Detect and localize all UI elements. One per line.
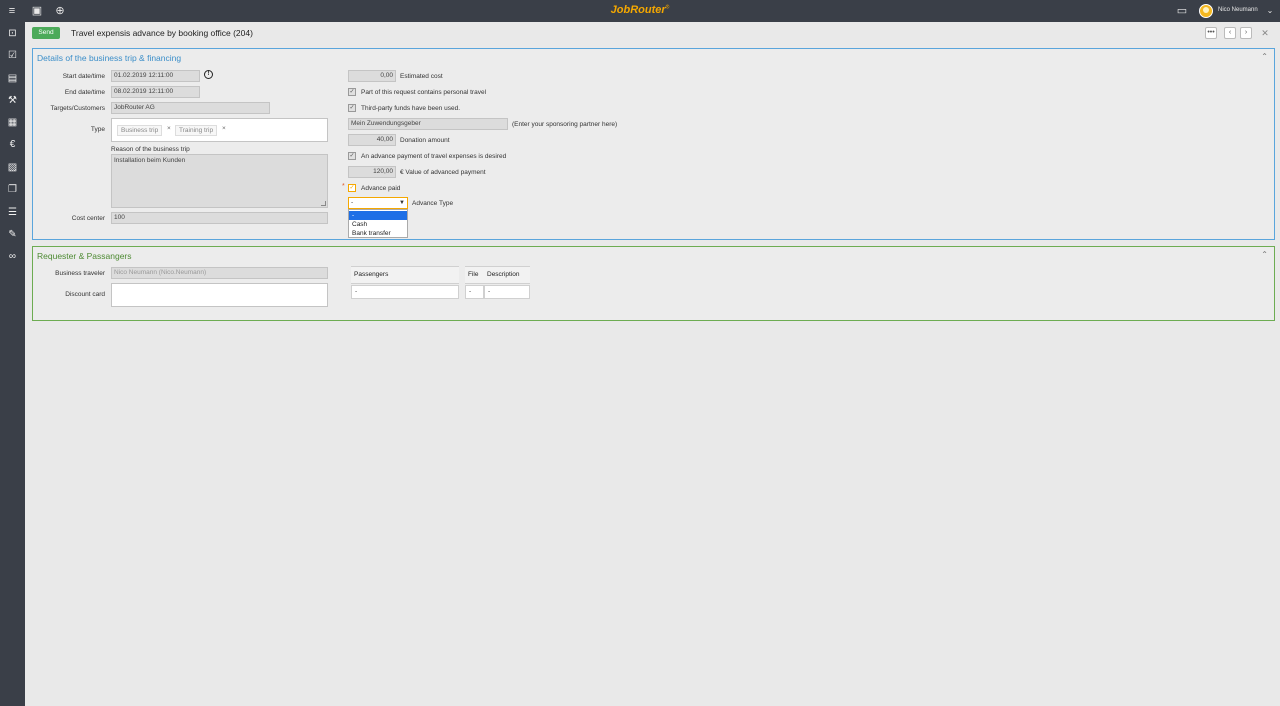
- donation-field[interactable]: 40,00: [348, 134, 396, 146]
- section-title: Requester & Passangers: [37, 251, 132, 261]
- table-header-file[interactable]: File: [465, 266, 484, 284]
- advance-paid-checkbox[interactable]: ✓: [348, 184, 356, 192]
- type-multiselect[interactable]: Business trip × Training trip ×: [111, 118, 328, 142]
- estimated-cost-label: Estimated cost: [400, 73, 443, 80]
- traveler-label: Business traveler: [55, 270, 105, 277]
- copy-icon[interactable]: ❐: [5, 182, 20, 197]
- discount-label: Discount card: [65, 291, 105, 298]
- close-icon[interactable]: ✕: [1260, 27, 1270, 39]
- list-icon[interactable]: ☰: [5, 205, 20, 220]
- end-date-label: End date/time: [64, 89, 105, 96]
- wrench-icon[interactable]: ✎: [5, 227, 20, 242]
- type-tag: Business trip: [117, 125, 163, 136]
- personal-travel-checkbox[interactable]: ✓: [348, 88, 356, 96]
- section-trip-details: Details of the business trip & financing…: [32, 48, 1275, 240]
- dropdown-arrow-icon: ▼: [399, 200, 405, 206]
- avatar[interactable]: [1199, 4, 1213, 18]
- table-cell[interactable]: -: [484, 285, 530, 299]
- advance-type-select[interactable]: - ▼: [348, 197, 408, 209]
- cost-center-field[interactable]: 100: [111, 212, 328, 224]
- reason-textarea[interactable]: Installation beim Kunden: [111, 154, 328, 208]
- type-label: Type: [90, 126, 105, 133]
- chevron-down-icon[interactable]: ⌄: [1263, 4, 1277, 18]
- advance-value-label: € Value of advanced payment: [400, 169, 486, 176]
- table-header-description[interactable]: Description: [484, 266, 530, 284]
- section-requester: Requester & Passangers ⌃ Business travel…: [32, 246, 1275, 321]
- table-cell[interactable]: -: [465, 285, 484, 299]
- advance-desired-label: An advance payment of travel expenses is…: [361, 153, 507, 160]
- send-button[interactable]: Send: [32, 27, 60, 39]
- required-marker: *: [342, 183, 345, 190]
- euro-icon[interactable]: €: [5, 137, 20, 152]
- check-box-icon[interactable]: ☑: [5, 48, 20, 63]
- page-title: Travel expensis advance by booking offic…: [71, 28, 253, 38]
- remove-tag-icon[interactable]: ×: [222, 125, 226, 132]
- card-icon[interactable]: ▦: [5, 115, 20, 130]
- advance-desired-checkbox[interactable]: ✓: [348, 152, 356, 160]
- section-title: Details of the business trip & financing: [37, 53, 182, 63]
- sidebar: ⊡ ☑ ▤ ⚒ ▦ € ▨ ❐ ☰ ✎ ∞: [0, 22, 25, 706]
- resize-handle[interactable]: [321, 201, 326, 206]
- third-party-checkbox[interactable]: ✓: [348, 104, 356, 112]
- personal-travel-label: Part of this request contains personal t…: [361, 89, 487, 96]
- targets-label: Targets/Customers: [50, 105, 105, 112]
- table-cell[interactable]: -: [351, 285, 459, 299]
- reason-text: Installation beim Kunden: [114, 157, 186, 164]
- end-date-field[interactable]: 08.02.2019 12:11:00: [111, 86, 200, 98]
- targets-field[interactable]: JobRouter AG: [111, 102, 270, 114]
- sponsor-hint: (Enter your sponsoring partner here): [512, 121, 618, 128]
- advance-type-label: Advance Type: [412, 200, 454, 207]
- start-date-label: Start date/time: [62, 73, 105, 80]
- add-icon[interactable]: ⊕: [53, 4, 67, 18]
- advance-paid-label: Advance paid: [361, 185, 401, 192]
- link-icon[interactable]: ∞: [5, 249, 20, 264]
- remove-tag-icon[interactable]: ×: [167, 125, 171, 132]
- discount-field[interactable]: [111, 283, 328, 307]
- document-icon[interactable]: ▤: [5, 71, 20, 86]
- brand-logo: JobRouter®: [610, 4, 670, 16]
- dropdown-option[interactable]: -: [349, 211, 407, 220]
- donation-label: Donation amount: [400, 137, 450, 144]
- third-party-label: Third-party funds have been used.: [361, 105, 461, 112]
- type-tag: Training trip: [175, 125, 218, 136]
- traveler-field[interactable]: Nico Neumann (Nico.Neumann): [111, 267, 328, 279]
- info-icon[interactable]: !: [204, 70, 213, 79]
- cost-center-label: Cost center: [71, 215, 105, 222]
- reason-label: Reason of the business trip: [111, 146, 190, 153]
- top-bar: ≡ ▣ ⊕ JobRouter® ▭ Nico Neumann ⌄: [0, 0, 1280, 22]
- bookmark-icon[interactable]: ▣: [30, 4, 44, 18]
- previous-button[interactable]: ‹: [1224, 27, 1236, 39]
- collapse-icon[interactable]: ⌃: [1261, 52, 1268, 61]
- advance-type-selected: -: [351, 199, 354, 206]
- table-header-passengers[interactable]: Passengers: [351, 266, 459, 284]
- next-button[interactable]: ›: [1240, 27, 1252, 39]
- dropdown-option[interactable]: Cash: [349, 220, 407, 229]
- dropdown-option[interactable]: Bank transfer: [349, 229, 407, 238]
- hammer-icon[interactable]: ⚒: [5, 93, 20, 108]
- advance-value-field[interactable]: 120,00: [348, 166, 396, 178]
- menu-icon[interactable]: ≡: [5, 4, 19, 18]
- inbox-icon[interactable]: ⊡: [5, 26, 20, 41]
- estimated-cost-field[interactable]: 0,00: [348, 70, 396, 82]
- advance-type-dropdown: - Cash Bank transfer: [348, 209, 408, 238]
- more-button[interactable]: •••: [1205, 27, 1217, 39]
- start-date-field[interactable]: 01.02.2019 12:11:00: [111, 70, 200, 82]
- contact-icon[interactable]: ▨: [5, 160, 20, 175]
- collapse-icon[interactable]: ⌃: [1261, 250, 1268, 259]
- user-name[interactable]: Nico Neumann: [1218, 7, 1258, 13]
- sponsor-field[interactable]: Mein Zuwendungsgeber: [348, 118, 508, 130]
- calendar-icon[interactable]: ▭: [1175, 4, 1189, 18]
